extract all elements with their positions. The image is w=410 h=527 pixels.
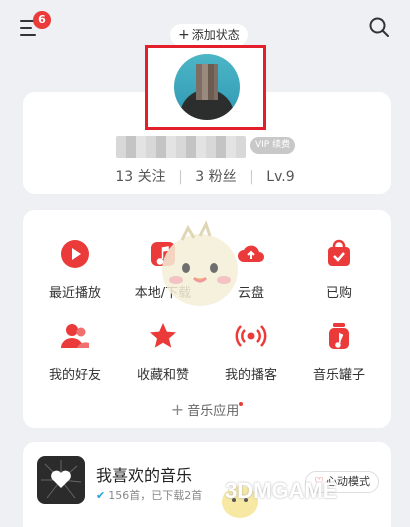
downloaded-check-icon: ✔ [96, 489, 106, 502]
app-music-jar[interactable]: 音乐罐子 [294, 320, 384, 383]
app-purchased[interactable]: 已购 [294, 238, 384, 301]
divider: | [178, 169, 183, 185]
followers-value: 3 [195, 169, 205, 185]
profile-stats: 13 关注 | 3 粉丝 | Lv.9 [0, 166, 410, 186]
vip-renew-badge[interactable]: VIP 续费 [250, 137, 296, 154]
divider: | [249, 169, 254, 185]
app-favorites[interactable]: 收藏和赞 [118, 320, 208, 383]
following-value: 13 [115, 169, 134, 185]
new-dot [239, 402, 244, 406]
playlist-subtitle: ✔ 156首，已下载2首 [96, 487, 202, 503]
menu-icon-line [20, 34, 36, 36]
app-friends[interactable]: 我的好友 [30, 320, 120, 383]
watermark-text: 3DMGAME [225, 478, 338, 503]
search-icon [369, 17, 389, 37]
friends-icon [61, 324, 89, 348]
add-status-label: 添加状态 [191, 28, 240, 42]
app-label: 音乐罐子 [312, 368, 365, 383]
podcast-icon [235, 325, 267, 347]
playlist-cover [37, 456, 85, 504]
followers-label: 粉丝 [208, 169, 237, 185]
playlist-title: 我喜欢的音乐 [96, 466, 193, 485]
app-label: 我的播客 [224, 368, 277, 383]
following-label: 关注 [137, 169, 166, 185]
add-status-button[interactable]: + 添加状态 [170, 24, 248, 46]
app-label: 我的好友 [48, 368, 101, 383]
app-recent-play[interactable]: 最近播放 [30, 238, 120, 301]
search-button[interactable] [368, 16, 390, 38]
star-icon [150, 323, 176, 348]
username-blurred[interactable] [116, 136, 246, 158]
heart-cover-icon [41, 460, 82, 499]
plus-icon: + [170, 400, 185, 419]
app-label: 已购 [325, 286, 352, 301]
mascot-watermark-icon [162, 220, 238, 306]
avatar[interactable] [174, 54, 240, 120]
avatar-blurred-face [196, 64, 218, 100]
avatar-highlight-box [145, 45, 266, 130]
level[interactable]: Lv.9 [266, 169, 294, 185]
app-label: 最近播放 [48, 286, 101, 301]
more-apps-button[interactable]: + 音乐应用 [23, 400, 391, 419]
more-apps-label: 音乐应用 [187, 404, 240, 419]
following-count[interactable]: 13 关注 [115, 166, 165, 186]
menu-icon-line [20, 27, 32, 29]
followers-count[interactable]: 3 粉丝 [195, 166, 236, 186]
playlist-count: 156首，已下载2首 [108, 489, 203, 502]
notification-badge: 6 [33, 11, 51, 29]
purchased-bag-icon [328, 239, 350, 266]
app-podcast[interactable]: 我的播客 [206, 320, 296, 383]
music-jar-icon [329, 323, 349, 349]
plus-icon: + [178, 27, 190, 43]
play-circle-icon [61, 240, 89, 268]
app-label: 收藏和赞 [136, 368, 189, 383]
